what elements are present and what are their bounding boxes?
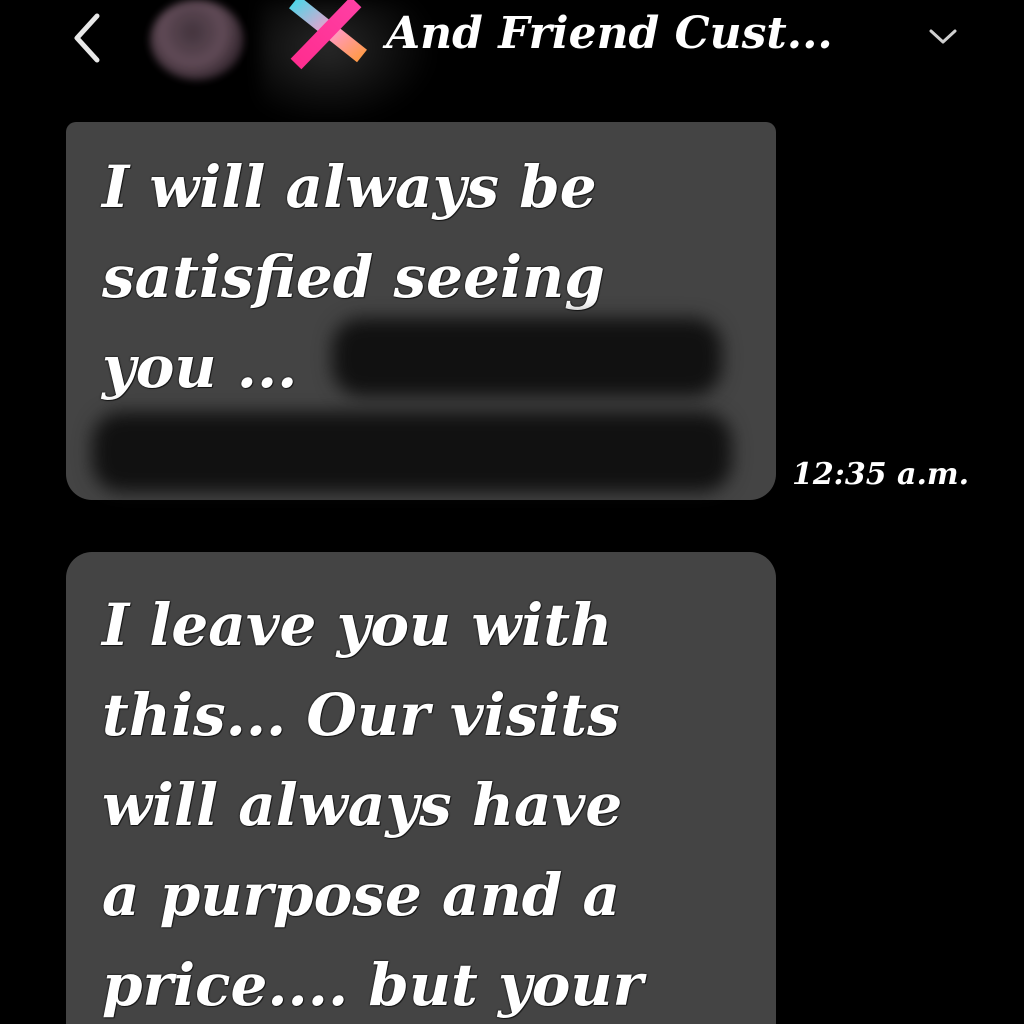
message-text: I leave you with this... Our visits will… [102,591,644,1019]
contact-avatar[interactable] [150,0,244,80]
chat-title[interactable]: And Friend Cust... [386,2,833,66]
chat-options-button[interactable] [920,14,966,60]
message-bubble[interactable]: I leave you with this... Our visits will… [66,552,776,1024]
chat-header: And Friend Cust... [0,0,1024,120]
message-bubble[interactable]: I will always be satisfied seeing you ..… [66,122,776,500]
x-logo-icon [284,0,374,70]
chevron-down-icon [929,29,957,44]
back-button[interactable] [62,8,112,68]
message-timestamp: 12:35 a.m. [792,457,970,492]
chevron-left-icon [74,13,100,63]
redacted-text [332,318,722,396]
chat-screen: And Friend Cust... I will always be sati… [0,0,1024,1024]
redacted-text [92,412,732,492]
